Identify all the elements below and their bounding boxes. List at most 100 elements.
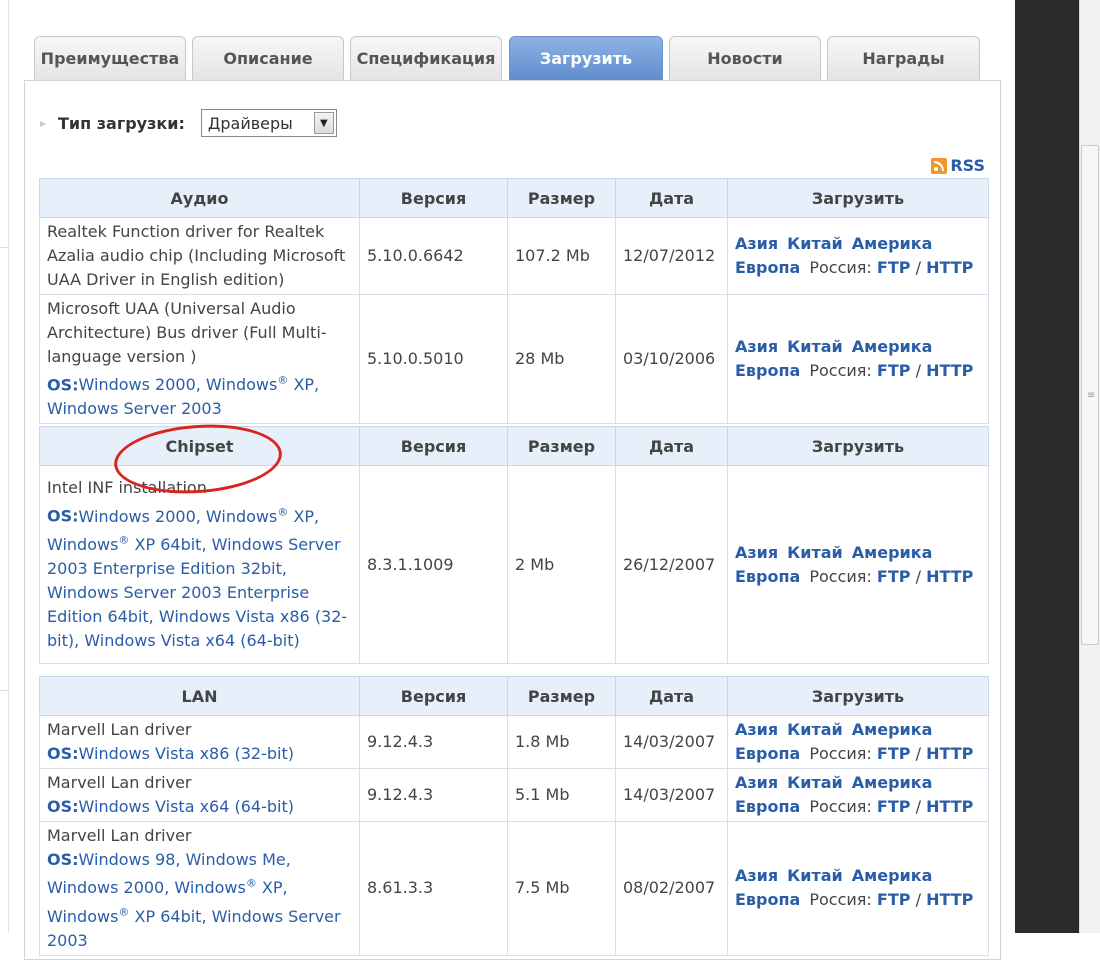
driver-version: 8.61.3.3 [359, 821, 508, 956]
mirror-asia[interactable]: Азия [735, 866, 778, 885]
os-list[interactable]: Windows Vista x86 (32-bit) [79, 744, 294, 763]
driver-name: Marvell Lan driver OS:Windows 98, Window… [39, 821, 360, 956]
col-download: Загрузить [727, 676, 989, 716]
tab-download[interactable]: Загрузить [509, 36, 663, 80]
mirror-asia[interactable]: Азия [735, 337, 778, 356]
os-label: OS: [47, 850, 79, 869]
chevron-down-icon[interactable]: ▼ [313, 112, 334, 134]
mirror-america[interactable]: Америка [852, 773, 933, 792]
section-title: LAN [39, 676, 360, 716]
download-type-select[interactable]: Драйверы ▼ [200, 109, 337, 137]
download-mirrors: Азия Китай Америка Европа Россия: FTP / HTT… [727, 821, 989, 956]
driver-name-text: Intel INF installation [47, 478, 207, 498]
http-link[interactable]: HTTP [926, 567, 973, 586]
rss-icon [931, 157, 948, 174]
tab-advantages[interactable]: Преимущества [34, 36, 186, 80]
mirror-europe[interactable]: Европа [735, 890, 800, 909]
mirror-asia[interactable]: Азия [735, 543, 778, 562]
col-version: Версия [359, 676, 508, 716]
http-link[interactable]: HTTP [926, 361, 973, 380]
driver-version: 5.10.0.6642 [359, 217, 508, 295]
mirror-china[interactable]: Китай [787, 337, 843, 356]
driver-date: 12/07/2012 [615, 217, 728, 295]
mirror-europe[interactable]: Европа [735, 744, 800, 763]
driver-name: Intel INF installation OS:Windows 2000, … [39, 465, 360, 664]
driver-date: 14/03/2007 [615, 768, 728, 822]
rss-link[interactable]: RSS [931, 156, 985, 175]
registered-mark: ® [277, 374, 289, 387]
driver-name: Marvell Lan driver OS:Windows Vista x86 … [39, 715, 360, 769]
mirror-china[interactable]: Китай [787, 234, 843, 253]
os-list[interactable]: Windows 98, Windows Me, Windows 2000, Wi… [47, 850, 341, 950]
driver-name: Marvell Lan driver OS:Windows Vista x64 … [39, 768, 360, 822]
separator: / [915, 744, 921, 763]
mirror-china[interactable]: Китай [787, 773, 843, 792]
http-link[interactable]: HTTP [926, 258, 973, 277]
col-date: Дата [615, 676, 728, 716]
download-type-label: Тип загрузки: [58, 113, 185, 133]
driver-name-text: Marvell Lan driver [47, 826, 192, 845]
http-link[interactable]: HTTP [926, 890, 973, 909]
mirror-china[interactable]: Китай [787, 866, 843, 885]
ftp-link[interactable]: FTP [877, 797, 911, 816]
lan-table: LAN Версия Размер Дата Загрузить Marvell… [39, 676, 989, 956]
col-size: Размер [507, 426, 616, 466]
mirror-asia[interactable]: Азия [735, 234, 778, 253]
mirror-europe[interactable]: Европа [735, 361, 800, 380]
download-mirrors: Азия Китай Америка Европа Россия: FTP / HTT… [727, 293, 989, 425]
ftp-link[interactable]: FTP [877, 744, 911, 763]
col-date: Дата [615, 178, 728, 218]
mirror-america[interactable]: Америка [852, 337, 933, 356]
scrollbar-thumb[interactable]: ≡ [1081, 145, 1099, 645]
table-row: Marvell Lan driver OS:Windows Vista x64 … [39, 768, 989, 822]
ftp-link[interactable]: FTP [877, 567, 911, 586]
ftp-link[interactable]: FTP [877, 258, 911, 277]
mirror-america[interactable]: Америка [852, 866, 933, 885]
mirror-europe[interactable]: Европа [735, 258, 800, 277]
tab-specification[interactable]: Спецификация [350, 36, 502, 80]
tab-news[interactable]: Новости [669, 36, 821, 80]
mirror-asia[interactable]: Азия [735, 773, 778, 792]
chipset-table: Chipset Версия Размер Дата Загрузить Int… [39, 426, 989, 664]
download-type-row: ▸ Тип загрузки: Драйверы ▼ [40, 108, 337, 138]
ftp-link[interactable]: FTP [877, 890, 911, 909]
mirror-asia[interactable]: Азия [735, 720, 778, 739]
vertical-scrollbar[interactable]: ≡ [1079, 0, 1100, 933]
http-link[interactable]: HTTP [926, 744, 973, 763]
table-header: Chipset Версия Размер Дата Загрузить [39, 426, 989, 466]
driver-version: 9.12.4.3 [359, 715, 508, 769]
os-list[interactable]: Windows 2000, Windows® XP, Windows® XP 6… [47, 505, 347, 650]
table-row: Microsoft UAA (Universal Audio Architect… [39, 293, 989, 425]
os-label: OS: [47, 506, 79, 526]
table-row: Realtek Function driver for Realtek Azal… [39, 217, 989, 295]
russia-label: Россия: [809, 258, 872, 277]
http-link[interactable]: HTTP [926, 797, 973, 816]
driver-size: 5.1 Mb [507, 768, 616, 822]
tab-awards[interactable]: Награды [827, 36, 980, 80]
os-list[interactable]: Windows Vista x64 (64-bit) [79, 797, 294, 816]
russia-label: Россия: [809, 566, 872, 586]
download-type-value: Драйверы [207, 113, 293, 133]
ftp-link[interactable]: FTP [877, 361, 911, 380]
driver-name-text: Marvell Lan driver [47, 773, 192, 792]
mirror-america[interactable]: Америка [852, 543, 933, 562]
separator: / [915, 566, 921, 586]
driver-version: 5.10.0.5010 [359, 293, 508, 425]
russia-label: Россия: [809, 744, 872, 763]
col-version: Версия [359, 178, 508, 218]
driver-version: 9.12.4.3 [359, 768, 508, 822]
driver-name-text: Realtek Function driver for Realtek Azal… [47, 222, 346, 289]
audio-table: Аудио Версия Размер Дата Загрузить Realt… [39, 178, 989, 425]
mirror-america[interactable]: Америка [852, 234, 933, 253]
mirror-china[interactable]: Китай [787, 720, 843, 739]
russia-label: Россия: [809, 797, 872, 816]
tab-description[interactable]: Описание [192, 36, 344, 80]
mirror-china[interactable]: Китай [787, 543, 843, 562]
mirror-europe[interactable]: Европа [735, 797, 800, 816]
table-row: Marvell Lan driver OS:Windows 98, Window… [39, 821, 989, 956]
left-tick [0, 247, 8, 248]
mirror-europe[interactable]: Европа [735, 567, 800, 586]
os-list[interactable]: Windows 2000, Windows® XP, Windows Serve… [47, 374, 319, 418]
mirror-america[interactable]: Америка [852, 720, 933, 739]
registered-mark: ® [118, 533, 130, 547]
